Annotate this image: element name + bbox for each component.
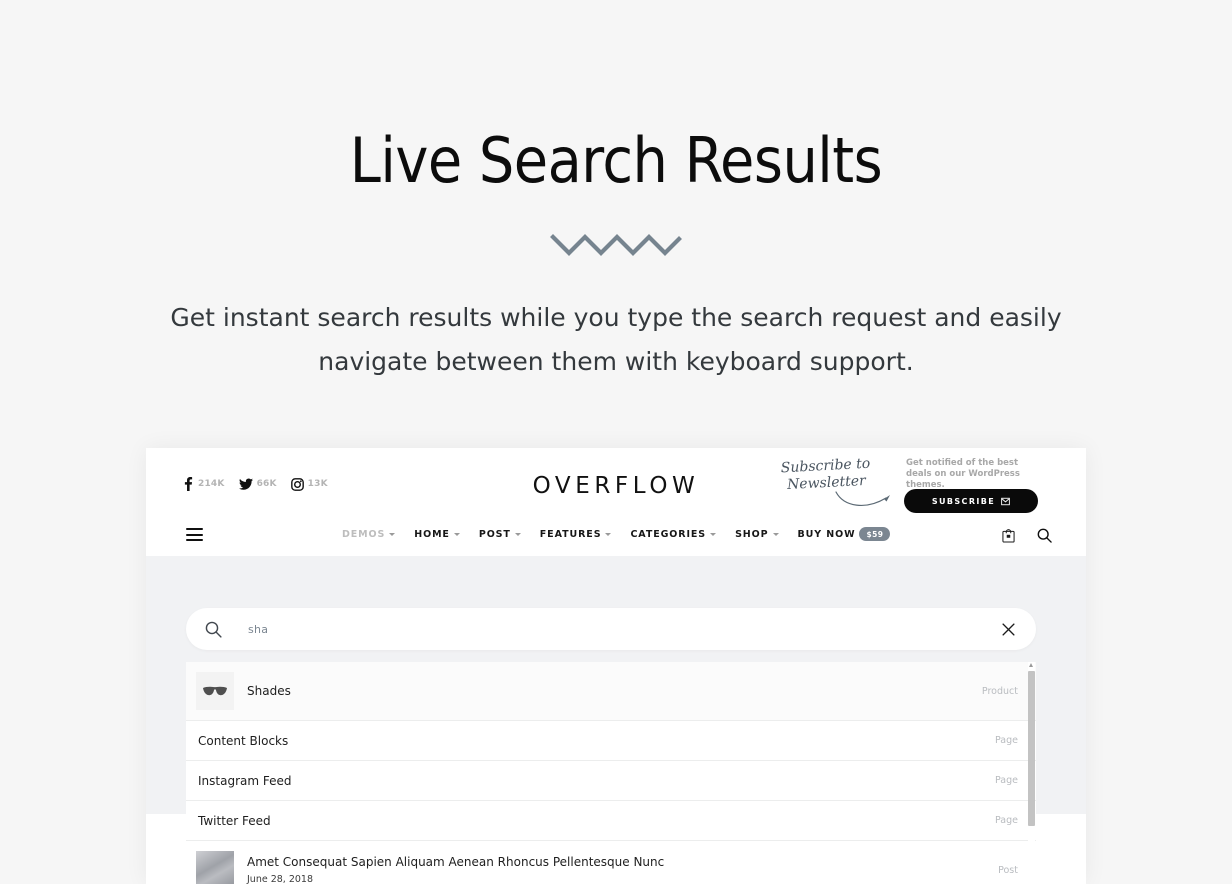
search-result-title: Content Blocks	[198, 733, 289, 748]
cart-icon[interactable]	[1002, 528, 1015, 543]
search-result-row[interactable]: Twitter Feed Page	[186, 801, 1036, 841]
nav-item-home[interactable]: HOME	[414, 529, 460, 540]
chevron-down-icon	[453, 533, 460, 536]
site-header: 214K 66K 13K OVERFLOW Subscribe to Newsl…	[146, 448, 1086, 556]
search-result-content: Twitter Feed	[186, 813, 995, 829]
subscribe-button[interactable]: SUBSCRIBE	[904, 489, 1038, 513]
search-result-content: Instagram Feed	[186, 773, 995, 789]
close-icon[interactable]	[1002, 622, 1015, 636]
subscribe-note: Get notified of the best deals on our Wo…	[906, 458, 1020, 490]
nav-item-categories-label: CATEGORIES	[630, 528, 707, 540]
hamburger-icon[interactable]	[186, 528, 203, 541]
website-mockup: 214K 66K 13K OVERFLOW Subscribe to Newsl…	[146, 448, 1086, 884]
nav-item-shop-label: SHOP	[735, 528, 769, 540]
search-result-title: Shades	[247, 684, 291, 698]
search-result-row[interactable]: Instagram Feed Page	[186, 761, 1036, 801]
page-subtitle: Get instant search results while you typ…	[170, 303, 1062, 376]
page-title: Live Search Results	[349, 124, 883, 197]
zigzag-divider-icon	[550, 234, 682, 256]
nav-item-categories[interactable]: CATEGORIES	[630, 528, 717, 540]
search-result-title: Instagram Feed	[198, 773, 292, 788]
nav-menu: DEMOS HOME POST FEATURES CATEGORIES SHOP…	[342, 527, 891, 541]
search-result-type: Post	[998, 864, 1018, 876]
search-result-type: Product	[981, 685, 1018, 697]
nav-item-post-label: POST	[478, 528, 511, 540]
search-result-content: Amet Consequat Sapien Aliquam Aenean Rho…	[247, 854, 998, 884]
promo-section: Live Search Results Get instant search r…	[0, 0, 1232, 448]
nav-item-buy-now[interactable]: BUY NOW $59	[798, 527, 891, 541]
search-result-row[interactable]: Amet Consequat Sapien Aliquam Aenean Rho…	[186, 841, 1036, 884]
search-result-content: Content Blocks	[186, 733, 995, 749]
nav-item-shop[interactable]: SHOP	[735, 528, 779, 540]
search-result-type: Page	[995, 735, 1018, 746]
search-icon[interactable]	[1037, 528, 1052, 543]
search-result-row[interactable]: Content Blocks Page	[186, 721, 1036, 761]
envelope-icon	[1001, 497, 1010, 505]
curved-arrow-icon	[835, 491, 890, 506]
chevron-down-icon	[514, 533, 521, 536]
nav-item-demos-label: DEMOS	[342, 528, 386, 540]
header-tools	[1002, 528, 1052, 543]
scroll-up-arrow-icon[interactable]	[1029, 663, 1033, 667]
scrollbar-thumb[interactable]	[1028, 671, 1035, 826]
live-search-overlay: Shades Product Content Blocks Page Insta…	[146, 556, 1086, 884]
nav-item-post[interactable]: POST	[479, 529, 521, 540]
price-badge: $59	[859, 527, 891, 541]
search-result-type: Page	[995, 815, 1018, 826]
chevron-down-icon	[389, 533, 396, 536]
search-result-row[interactable]: Shades Product	[186, 662, 1036, 721]
search-result-title: Amet Consequat Sapien Aliquam Aenean Rho…	[247, 854, 665, 869]
chevron-down-icon	[605, 533, 612, 536]
nav-item-features[interactable]: FEATURES	[540, 529, 612, 540]
nav-item-demos[interactable]: DEMOS	[342, 528, 396, 540]
search-results-list: Shades Product Content Blocks Page Insta…	[186, 662, 1036, 884]
search-bar[interactable]	[186, 608, 1036, 650]
nav-item-home-label: HOME	[414, 528, 450, 540]
search-result-date: June 28, 2018	[247, 873, 314, 884]
results-scrollbar[interactable]	[1028, 662, 1035, 884]
chevron-down-icon	[772, 533, 779, 536]
subscribe-button-label: SUBSCRIBE	[931, 496, 996, 506]
post-thumbnail	[196, 851, 234, 884]
search-result-type: Page	[995, 775, 1018, 786]
nav-item-buy-now-label: BUY NOW	[797, 528, 856, 540]
search-icon	[205, 621, 222, 638]
site-navbar: DEMOS HOME POST FEATURES CATEGORIES SHOP…	[146, 518, 1086, 556]
search-result-content: Shades	[247, 683, 982, 699]
chevron-down-icon	[710, 533, 717, 536]
search-result-title: Twitter Feed	[198, 813, 271, 828]
sunglasses-icon	[196, 672, 234, 710]
search-input[interactable]	[248, 622, 1002, 636]
nav-item-features-label: FEATURES	[539, 528, 602, 540]
